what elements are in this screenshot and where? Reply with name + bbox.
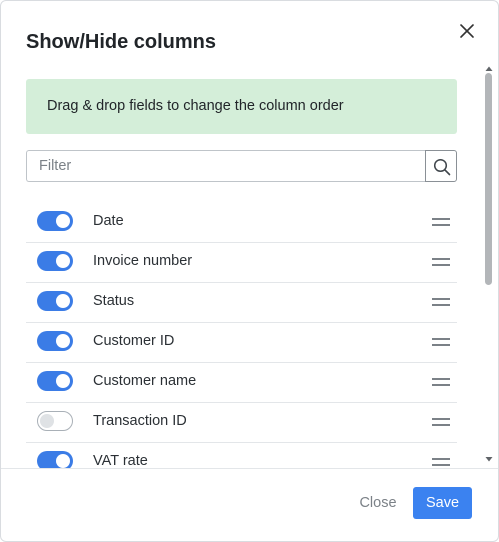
column-label: Invoice number: [93, 253, 193, 269]
column-row[interactable]: Customer ID: [26, 323, 457, 363]
toggle-knob: [56, 294, 70, 308]
save-button[interactable]: Save: [413, 487, 472, 519]
filter-group: [26, 150, 457, 182]
column-visibility-toggle[interactable]: [37, 211, 73, 231]
dialog-body: Drag & drop fields to change the column …: [1, 65, 484, 468]
column-label: Transaction ID: [93, 413, 187, 429]
toggle-knob: [40, 414, 54, 428]
column-label: VAT rate: [93, 453, 148, 468]
drag-handle-icon[interactable]: [432, 418, 450, 426]
dialog-title: Show/Hide columns: [26, 31, 217, 53]
drag-handle-icon[interactable]: [432, 258, 450, 266]
column-visibility-toggle[interactable]: [37, 411, 73, 431]
drag-handle-icon[interactable]: [432, 338, 450, 346]
column-row[interactable]: Status: [26, 283, 457, 323]
column-visibility-toggle[interactable]: [37, 371, 73, 391]
close-button[interactable]: Close: [349, 487, 407, 519]
drag-handle-icon[interactable]: [432, 218, 450, 226]
filter-input[interactable]: [26, 150, 426, 182]
toggle-knob: [56, 334, 70, 348]
scrollbar-thumb[interactable]: [485, 73, 492, 285]
scroll-up-arrow-icon[interactable]: [485, 65, 493, 73]
scroll-down-arrow-icon[interactable]: [485, 455, 493, 463]
info-message: Drag & drop fields to change the column …: [26, 79, 457, 134]
column-visibility-toggle[interactable]: [37, 331, 73, 351]
search-button[interactable]: [425, 150, 457, 182]
column-visibility-toggle[interactable]: [37, 251, 73, 271]
column-row[interactable]: Transaction ID: [26, 403, 457, 443]
drag-handle-icon[interactable]: [432, 458, 450, 466]
close-icon[interactable]: [457, 21, 477, 41]
column-visibility-toggle[interactable]: [37, 291, 73, 311]
search-icon: [433, 158, 451, 176]
column-row[interactable]: Date: [26, 203, 457, 243]
toggle-knob: [56, 254, 70, 268]
column-label: Status: [93, 293, 135, 309]
drag-handle-icon[interactable]: [432, 378, 450, 386]
toggle-knob: [56, 454, 70, 468]
column-label: Customer name: [93, 373, 197, 389]
column-row[interactable]: VAT rate: [26, 443, 457, 468]
toggle-knob: [56, 374, 70, 388]
column-row[interactable]: Customer name: [26, 363, 457, 403]
column-list: Date Invoice number Status Customer ID Custo…: [26, 203, 457, 468]
column-visibility-toggle[interactable]: [37, 451, 73, 468]
toggle-knob: [56, 214, 70, 228]
dialog-footer: Close Save: [1, 468, 498, 541]
scrollbar[interactable]: [484, 65, 494, 468]
column-row[interactable]: Invoice number: [26, 243, 457, 283]
column-label: Date: [93, 213, 124, 229]
drag-handle-icon[interactable]: [432, 298, 450, 306]
show-hide-columns-dialog: Show/Hide columns Drag & drop fields to …: [0, 0, 499, 542]
column-label: Customer ID: [93, 333, 175, 349]
